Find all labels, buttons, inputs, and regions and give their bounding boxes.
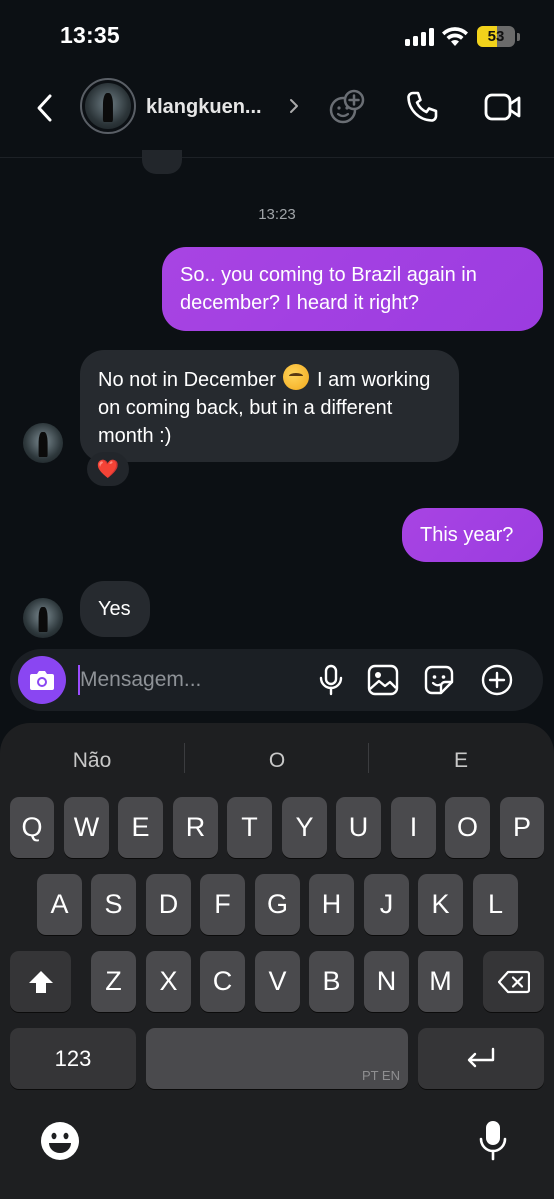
video-call-icon[interactable] <box>484 92 522 122</box>
key-g[interactable]: G <box>255 874 300 935</box>
emoji-keyboard-icon[interactable] <box>40 1121 80 1161</box>
key-o[interactable]: O <box>445 797 490 858</box>
key-v[interactable]: V <box>255 951 300 1012</box>
key-x[interactable]: X <box>146 951 191 1012</box>
chat-header: klangkuen... <box>0 72 554 158</box>
key-e[interactable]: E <box>118 797 163 858</box>
suggestion-1[interactable]: Não <box>2 743 182 779</box>
key-h[interactable]: H <box>309 874 354 935</box>
key-q[interactable]: Q <box>10 797 54 858</box>
key-z[interactable]: Z <box>91 951 136 1012</box>
dictation-mic-icon[interactable] <box>478 1119 508 1163</box>
key-i[interactable]: I <box>391 797 436 858</box>
key-u[interactable]: U <box>336 797 381 858</box>
key-f[interactable]: F <box>200 874 245 935</box>
outgoing-message[interactable]: So.. you coming to Brazil again in decem… <box>162 247 543 331</box>
phone-call-icon[interactable] <box>405 90 439 124</box>
key-d[interactable]: D <box>146 874 191 935</box>
suggestion-2[interactable]: O <box>187 743 367 779</box>
message-input[interactable] <box>80 663 300 697</box>
contact-avatar[interactable] <box>23 598 63 638</box>
microphone-icon[interactable] <box>314 663 348 697</box>
key-l[interactable]: L <box>473 874 518 935</box>
suggestion-3[interactable]: E <box>371 743 551 779</box>
return-icon <box>467 1047 495 1067</box>
space-bar[interactable]: PT EN <box>146 1028 408 1089</box>
key-c[interactable]: C <box>200 951 245 1012</box>
header-avatar[interactable] <box>80 78 136 134</box>
add-circle-icon[interactable] <box>480 663 514 697</box>
key-s[interactable]: S <box>91 874 136 935</box>
key-r[interactable]: R <box>173 797 218 858</box>
add-effects-icon[interactable] <box>328 88 366 126</box>
heart-reaction[interactable]: ❤️ <box>87 452 129 486</box>
key-y[interactable]: Y <box>282 797 327 858</box>
camera-button[interactable] <box>18 656 66 704</box>
key-w[interactable]: W <box>64 797 109 858</box>
message-text: No not in December <box>98 369 276 391</box>
back-arrow-icon[interactable] <box>32 92 60 124</box>
shift-key[interactable] <box>10 951 71 1012</box>
suggestion-bar: Não O E <box>0 743 554 779</box>
incoming-message[interactable]: Yes <box>80 581 150 637</box>
backspace-key[interactable] <box>483 951 544 1012</box>
contact-username[interactable]: klangkuen... <box>146 96 262 119</box>
divider <box>184 743 185 773</box>
keyboard: Não O E Q W E R T Y U I O P A S D F G H … <box>0 723 554 1199</box>
sticker-icon[interactable] <box>422 663 456 697</box>
gallery-icon[interactable] <box>366 663 400 697</box>
key-j[interactable]: J <box>364 874 409 935</box>
camera-icon <box>30 671 54 690</box>
outgoing-message[interactable]: This year? <box>402 508 543 562</box>
key-b[interactable]: B <box>309 951 354 1012</box>
shift-icon <box>28 970 53 993</box>
key-m[interactable]: M <box>418 951 463 1012</box>
contact-avatar[interactable] <box>23 423 63 463</box>
previous-reaction <box>142 150 182 174</box>
language-hint: PT EN <box>361 1068 400 1083</box>
return-key[interactable] <box>418 1028 544 1089</box>
battery-icon: 53 <box>477 26 515 47</box>
battery-level: 53 <box>487 28 505 45</box>
wifi-icon <box>442 27 468 46</box>
key-n[interactable]: N <box>364 951 409 1012</box>
divider <box>368 743 369 773</box>
message-timestamp: 13:23 <box>258 206 296 223</box>
message-composer <box>10 649 543 711</box>
key-t[interactable]: T <box>227 797 272 858</box>
key-a[interactable]: A <box>37 874 82 935</box>
status-bar: 13:35 53 <box>0 0 554 72</box>
key-k[interactable]: K <box>418 874 463 935</box>
numbers-key[interactable]: 123 <box>10 1028 136 1089</box>
chevron-right-icon[interactable] <box>288 96 300 116</box>
status-time: 13:35 <box>60 22 120 48</box>
thinking-face-icon <box>283 364 310 390</box>
key-p[interactable]: P <box>500 797 544 858</box>
backspace-icon <box>497 970 530 993</box>
incoming-message[interactable]: No not in December I am working on comin… <box>80 350 459 462</box>
battery-cap <box>517 33 520 41</box>
signal-icon <box>405 28 435 46</box>
